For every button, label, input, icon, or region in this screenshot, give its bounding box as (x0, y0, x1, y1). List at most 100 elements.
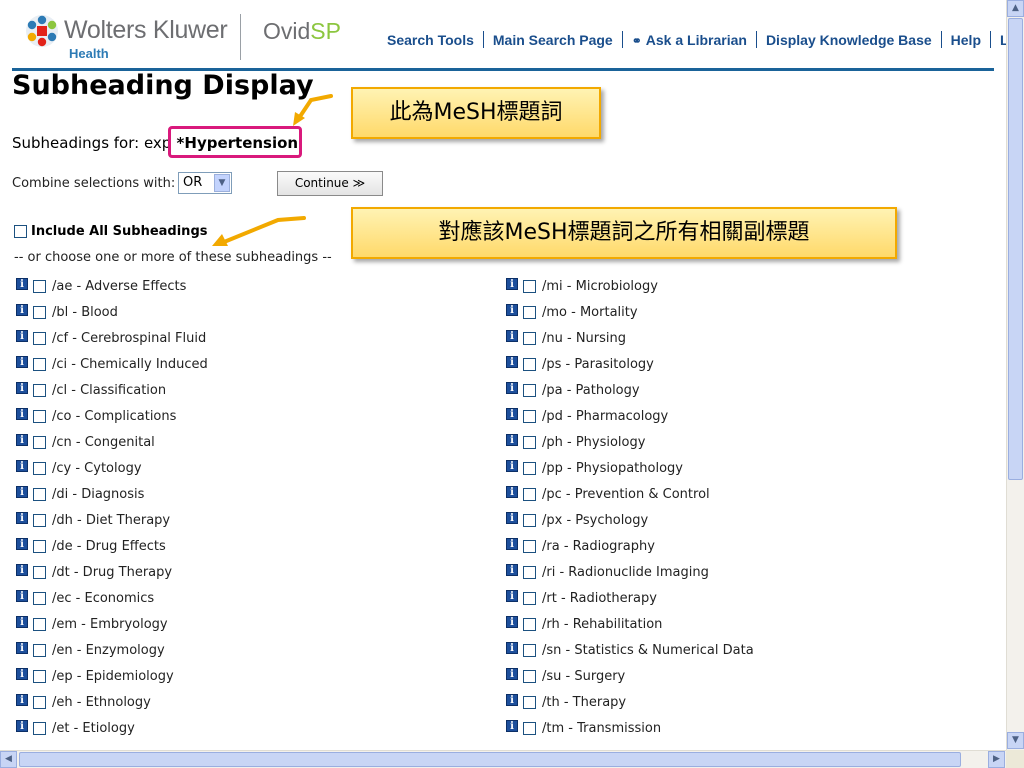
subheading-row[interactable]: i/cl - Classification (16, 381, 166, 399)
subheading-checkbox[interactable] (523, 435, 536, 449)
info-icon[interactable]: i (16, 329, 28, 342)
subheading-checkbox[interactable] (523, 643, 536, 657)
subheading-checkbox[interactable] (33, 539, 46, 553)
subheading-row[interactable]: i/cn - Congenital (16, 433, 155, 451)
subheading-checkbox[interactable] (523, 305, 536, 319)
info-icon[interactable]: i (16, 589, 28, 602)
subheading-row[interactable]: i/en - Enzymology (16, 641, 165, 659)
info-icon[interactable]: i (506, 667, 518, 680)
subheading-row[interactable]: i/pp - Physiopathology (506, 459, 683, 477)
info-icon[interactable]: i (506, 719, 518, 732)
subheading-row[interactable]: i/ps - Parasitology (506, 355, 654, 373)
subheading-row[interactable]: i/eh - Ethnology (16, 693, 151, 711)
subheading-row[interactable]: i/ra - Radiography (506, 537, 655, 555)
subheading-checkbox[interactable] (33, 591, 46, 605)
info-icon[interactable]: i (506, 615, 518, 628)
vertical-scrollbar[interactable]: ▲ ▼ (1006, 0, 1024, 750)
subheading-row[interactable]: i/bl - Blood (16, 303, 118, 321)
subheading-row[interactable]: i/rt - Radiotherapy (506, 589, 657, 607)
horizontal-scrollbar[interactable]: ◀ ▶ (0, 750, 1006, 768)
info-icon[interactable]: i (506, 381, 518, 394)
subheading-checkbox[interactable] (523, 487, 536, 501)
info-icon[interactable]: i (16, 537, 28, 550)
subheading-row[interactable]: i/su - Surgery (506, 667, 625, 685)
subheading-checkbox[interactable] (523, 279, 536, 293)
subheading-row[interactable]: i/ae - Adverse Effects (16, 277, 186, 295)
info-icon[interactable]: i (16, 667, 28, 680)
scroll-right-button[interactable]: ▶ (988, 751, 1005, 768)
subheading-checkbox[interactable] (33, 331, 46, 345)
subheading-checkbox[interactable] (523, 539, 536, 553)
info-icon[interactable]: i (16, 459, 28, 472)
info-icon[interactable]: i (16, 433, 28, 446)
info-icon[interactable]: i (506, 277, 518, 290)
subheading-checkbox[interactable] (33, 409, 46, 423)
subheading-row[interactable]: i/pa - Pathology (506, 381, 640, 399)
subheading-row[interactable]: i/dt - Drug Therapy (16, 563, 172, 581)
subheading-checkbox[interactable] (523, 383, 536, 397)
subheading-checkbox[interactable] (523, 357, 536, 371)
info-icon[interactable]: i (16, 641, 28, 654)
subheading-checkbox[interactable] (33, 279, 46, 293)
info-icon[interactable]: i (506, 355, 518, 368)
info-icon[interactable]: i (506, 485, 518, 498)
info-icon[interactable]: i (506, 537, 518, 550)
info-icon[interactable]: i (506, 459, 518, 472)
info-icon[interactable]: i (16, 563, 28, 576)
info-icon[interactable]: i (16, 511, 28, 524)
subheading-row[interactable]: i/mo - Mortality (506, 303, 638, 321)
subheading-row[interactable]: i/em - Embryology (16, 615, 168, 633)
subheading-row[interactable]: i/th - Therapy (506, 693, 626, 711)
info-icon[interactable]: i (16, 355, 28, 368)
subheading-checkbox[interactable] (523, 409, 536, 423)
subheading-row[interactable]: i/cf - Cerebrospinal Fluid (16, 329, 206, 347)
subheading-row[interactable]: i/co - Complications (16, 407, 176, 425)
scroll-down-button[interactable]: ▼ (1007, 732, 1024, 749)
scroll-up-button[interactable]: ▲ (1007, 0, 1024, 17)
subheading-checkbox[interactable] (33, 383, 46, 397)
subheading-row[interactable]: i/px - Psychology (506, 511, 648, 529)
vertical-scroll-thumb[interactable] (1008, 18, 1023, 480)
subheading-row[interactable]: i/cy - Cytology (16, 459, 142, 477)
subheading-row[interactable]: i/mi - Microbiology (506, 277, 658, 295)
subheading-checkbox[interactable] (33, 357, 46, 371)
subheading-checkbox[interactable] (523, 617, 536, 631)
nav-main-search-page[interactable]: Main Search Page (484, 32, 622, 48)
info-icon[interactable]: i (506, 433, 518, 446)
subheading-checkbox[interactable] (33, 565, 46, 579)
subheading-checkbox[interactable] (33, 513, 46, 527)
nav-logoff[interactable]: Logoff (991, 32, 1006, 48)
subheading-row[interactable]: i/dh - Diet Therapy (16, 511, 170, 529)
subheading-checkbox[interactable] (33, 305, 46, 319)
info-icon[interactable]: i (506, 641, 518, 654)
subheading-row[interactable]: i/de - Drug Effects (16, 537, 166, 555)
subheading-row[interactable]: i/et - Etiology (16, 719, 135, 737)
continue-button[interactable]: Continue ≫ (277, 171, 383, 196)
info-icon[interactable]: i (506, 303, 518, 316)
subheading-checkbox[interactable] (523, 591, 536, 605)
subheading-row[interactable]: i/pc - Prevention & Control (506, 485, 710, 503)
subheading-checkbox[interactable] (33, 721, 46, 735)
subheading-row[interactable]: i/rh - Rehabilitation (506, 615, 662, 633)
subheading-checkbox[interactable] (33, 617, 46, 631)
subheading-row[interactable]: i/nu - Nursing (506, 329, 626, 347)
info-icon[interactable]: i (16, 719, 28, 732)
chevron-down-icon[interactable]: ▼ (214, 174, 230, 192)
subheading-row[interactable]: i/di - Diagnosis (16, 485, 144, 503)
subheading-checkbox[interactable] (523, 669, 536, 683)
nav-help[interactable]: Help (942, 32, 990, 48)
subheading-checkbox[interactable] (33, 487, 46, 501)
subheading-row[interactable]: i/tm - Transmission (506, 719, 661, 737)
subheading-checkbox[interactable] (33, 435, 46, 449)
subheading-row[interactable]: i/ri - Radionuclide Imaging (506, 563, 709, 581)
info-icon[interactable]: i (16, 277, 28, 290)
horizontal-scroll-thumb[interactable] (19, 752, 961, 767)
info-icon[interactable]: i (506, 563, 518, 576)
subheading-checkbox[interactable] (523, 565, 536, 579)
info-icon[interactable]: i (16, 407, 28, 420)
subheading-row[interactable]: i/ci - Chemically Induced (16, 355, 208, 373)
info-icon[interactable]: i (506, 407, 518, 420)
nav-display-knowledge-base[interactable]: Display Knowledge Base (757, 32, 941, 48)
subheading-checkbox[interactable] (523, 461, 536, 475)
subheading-checkbox[interactable] (523, 721, 536, 735)
